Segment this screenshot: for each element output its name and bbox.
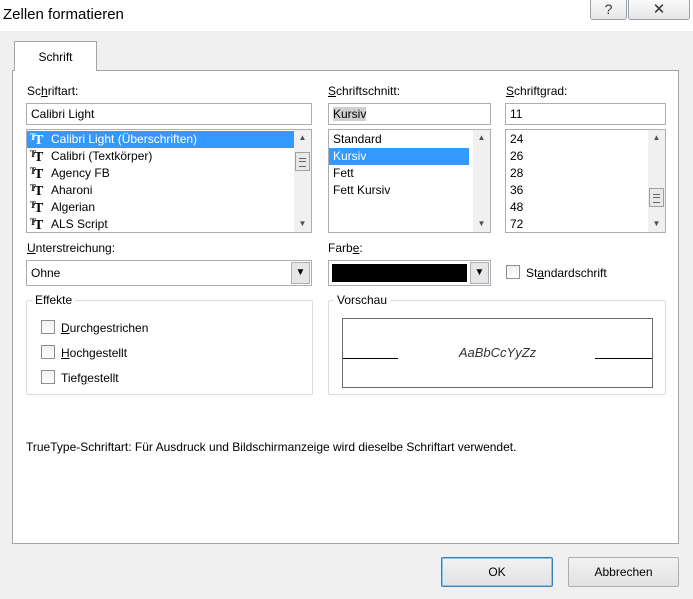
font-list[interactable]: T T Calibri Light (Überschriften) T T Calibr…: [26, 129, 312, 233]
preview-title: Vorschau: [334, 293, 391, 307]
list-item[interactable]: Kursiv: [329, 148, 469, 165]
scroll-down-icon[interactable]: ▼: [294, 216, 311, 232]
size-list-scrollbar[interactable]: ▲ ▼: [648, 130, 665, 232]
truetype-icon: TT: [30, 217, 44, 233]
font-label: Schriftart:: [27, 84, 79, 98]
superscript-label: Hochgestellt: [61, 346, 128, 360]
cancel-button[interactable]: Abbrechen: [568, 557, 679, 587]
underline-label: Unterstreichung:: [27, 241, 116, 255]
info-text: TrueType-Schriftart: Für Ausdruck und Bi…: [26, 440, 517, 454]
list-item[interactable]: T T Calibri Light (Überschriften): [27, 131, 295, 148]
list-item[interactable]: Standard: [329, 131, 469, 148]
chevron-down-icon[interactable]: ▼: [470, 262, 489, 284]
font-list-scrollbar[interactable]: ▲ ▼: [294, 130, 311, 232]
list-item[interactable]: 48: [506, 199, 646, 216]
list-item[interactable]: T T Calibri (Textkörper): [27, 148, 295, 165]
size-input[interactable]: 11: [505, 103, 666, 125]
scroll-up-icon[interactable]: ▲: [294, 130, 311, 146]
truetype-icon: TT: [30, 132, 44, 148]
help-icon: ?: [604, 1, 613, 17]
color-swatch: [332, 264, 467, 282]
scroll-down-icon[interactable]: ▼: [648, 216, 665, 232]
scroll-up-icon[interactable]: ▲: [473, 130, 490, 146]
help-button[interactable]: ?: [590, 0, 627, 20]
truetype-icon: TT: [30, 183, 44, 199]
font-input[interactable]: Calibri Light: [26, 103, 312, 125]
window-title: Zellen formatieren: [3, 6, 124, 23]
scroll-thumb[interactable]: [649, 188, 664, 207]
size-list[interactable]: 24 26 28 36 48 72 ▲ ▼: [505, 129, 666, 233]
style-input[interactable]: Kursiv: [328, 103, 491, 125]
truetype-icon: TT: [30, 200, 44, 216]
underline-select-value: Ohne: [31, 266, 61, 280]
chevron-down-icon[interactable]: ▼: [291, 262, 310, 284]
list-item[interactable]: 36: [506, 182, 646, 199]
list-item[interactable]: Fett: [329, 165, 469, 182]
close-icon: ✕: [652, 1, 666, 18]
subscript-label: Tiefgestellt: [61, 371, 119, 385]
subscript-checkbox[interactable]: [41, 370, 55, 384]
close-button[interactable]: ✕: [628, 0, 690, 20]
preview-sample: AaBbCcYyZz: [458, 345, 537, 360]
list-item[interactable]: 28: [506, 165, 646, 182]
style-list[interactable]: Standard Kursiv Fett Fett Kursiv ▲ ▼: [328, 129, 491, 233]
color-picker[interactable]: ▼: [328, 260, 491, 286]
size-label: Schriftgrad:: [506, 84, 568, 98]
tab-schrift[interactable]: Schrift: [14, 41, 97, 71]
style-input-value: Kursiv: [333, 107, 367, 121]
list-item[interactable]: 72: [506, 216, 646, 232]
scroll-up-icon[interactable]: ▲: [648, 130, 665, 146]
effects-title: Effekte: [32, 293, 76, 307]
ok-button[interactable]: OK: [441, 557, 553, 587]
scroll-thumb[interactable]: [295, 152, 310, 171]
list-item[interactable]: T T ALS Script: [27, 216, 295, 233]
truetype-icon: TT: [30, 166, 44, 182]
strikethrough-checkbox[interactable]: [41, 320, 55, 334]
title-bar: Zellen formatieren ? ✕: [0, 0, 693, 31]
strikethrough-label: Durchgestrichen: [61, 321, 149, 335]
list-item[interactable]: T T Aharoni: [27, 182, 295, 199]
list-item[interactable]: Fett Kursiv: [329, 182, 469, 199]
list-item[interactable]: 24: [506, 131, 646, 148]
style-list-scrollbar[interactable]: ▲ ▼: [473, 130, 490, 232]
standard-font-checkbox[interactable]: [506, 265, 520, 279]
list-item[interactable]: 26: [506, 148, 646, 165]
standard-font-label: Standardschrift: [526, 266, 607, 280]
underline-select[interactable]: Ohne ▼: [26, 260, 312, 286]
preview-box: AaBbCcYyZz: [342, 318, 653, 388]
scroll-down-icon[interactable]: ▼: [473, 216, 490, 232]
color-label: Farbe:: [328, 241, 363, 255]
list-item[interactable]: T T Algerian: [27, 199, 295, 216]
truetype-icon: TT: [30, 149, 44, 165]
style-label: Schriftschnitt:: [328, 84, 401, 98]
list-item[interactable]: T T Agency FB: [27, 165, 295, 182]
superscript-checkbox[interactable]: [41, 345, 55, 359]
